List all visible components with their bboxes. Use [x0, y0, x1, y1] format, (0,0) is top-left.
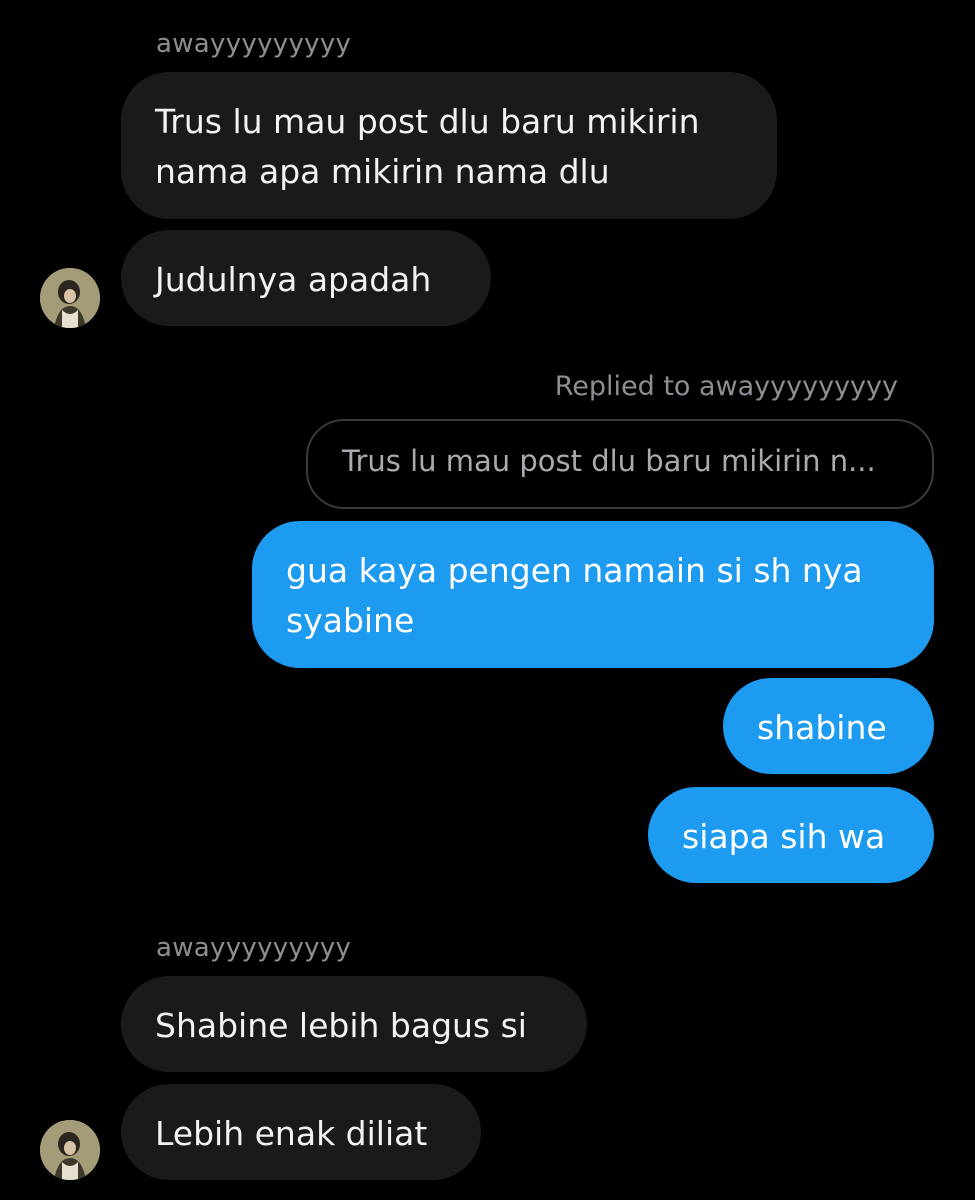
- incoming-message-bubble[interactable]: Lebih enak diliat: [121, 1084, 481, 1180]
- incoming-message-bubble[interactable]: Trus lu mau post dlu baru mikirin nama a…: [121, 72, 777, 219]
- incoming-message-bubble[interactable]: Shabine lebih bagus si: [121, 976, 587, 1072]
- avatar-photo-icon: [40, 1120, 100, 1180]
- dm-conversation: { "conversation": { "group1": { "sender_…: [0, 0, 975, 1200]
- replied-to-label: Replied to awayyyyyyyyy: [554, 371, 898, 402]
- outgoing-message-bubble[interactable]: gua kaya pengen namain si sh nya syabine: [252, 521, 934, 668]
- sender-avatar[interactable]: [40, 1120, 100, 1180]
- quoted-message-preview[interactable]: Trus lu mau post dlu baru mikirin n...: [306, 419, 934, 509]
- avatar-photo-icon: [40, 268, 100, 328]
- outgoing-message-bubble[interactable]: siapa sih wa: [648, 787, 934, 883]
- sender-name: awayyyyyyyyy: [156, 29, 352, 59]
- sender-avatar[interactable]: [40, 268, 100, 328]
- outgoing-message-bubble[interactable]: shabine: [723, 678, 934, 774]
- incoming-message-bubble[interactable]: Judulnya apadah: [121, 230, 491, 326]
- sender-name: awayyyyyyyyy: [156, 933, 352, 963]
